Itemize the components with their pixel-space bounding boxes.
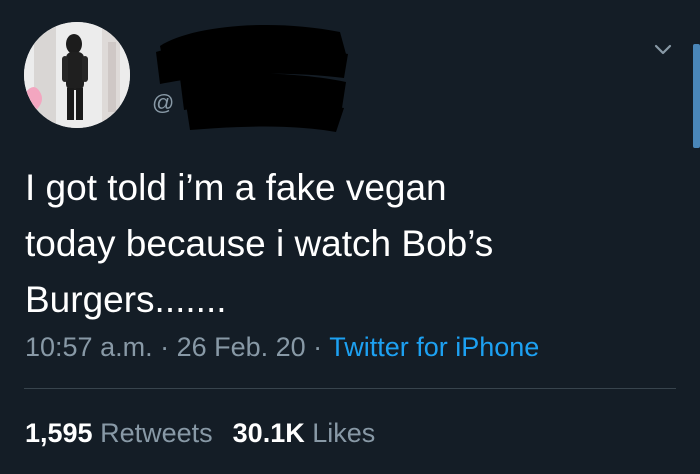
avatar-photo bbox=[24, 22, 130, 128]
retweets-count: 1,595 bbox=[25, 418, 93, 448]
likes-stat[interactable]: 30.1K Likes bbox=[233, 418, 376, 448]
handle-prefix: @ bbox=[152, 90, 175, 115]
redacted-name-scribble bbox=[156, 24, 348, 132]
tweet-text: I got told i’m a fake vegan today becaus… bbox=[25, 167, 494, 320]
chevron-down-icon[interactable] bbox=[651, 38, 675, 62]
meta-separator: · bbox=[152, 332, 177, 362]
meta-separator: · bbox=[305, 332, 330, 362]
tweet-stats: 1,595 Retweets 30.1K Likes bbox=[25, 418, 375, 449]
tweet-source-link[interactable]: Twitter for iPhone bbox=[329, 332, 539, 362]
tweet-time: 10:57 a.m. bbox=[25, 332, 153, 362]
likes-label: Likes bbox=[312, 418, 376, 448]
tweet-date: 26 Feb. 20 bbox=[176, 332, 306, 362]
avatar[interactable] bbox=[24, 22, 130, 128]
scrollbar[interactable] bbox=[693, 44, 700, 148]
retweets-stat[interactable]: 1,595 Retweets bbox=[25, 418, 213, 448]
likes-count: 30.1K bbox=[232, 418, 305, 448]
divider bbox=[24, 388, 676, 389]
retweets-label: Retweets bbox=[100, 418, 213, 448]
tweet-meta: 10:57 a.m. · 26 Feb. 20 · Twitter for iP… bbox=[25, 332, 539, 363]
